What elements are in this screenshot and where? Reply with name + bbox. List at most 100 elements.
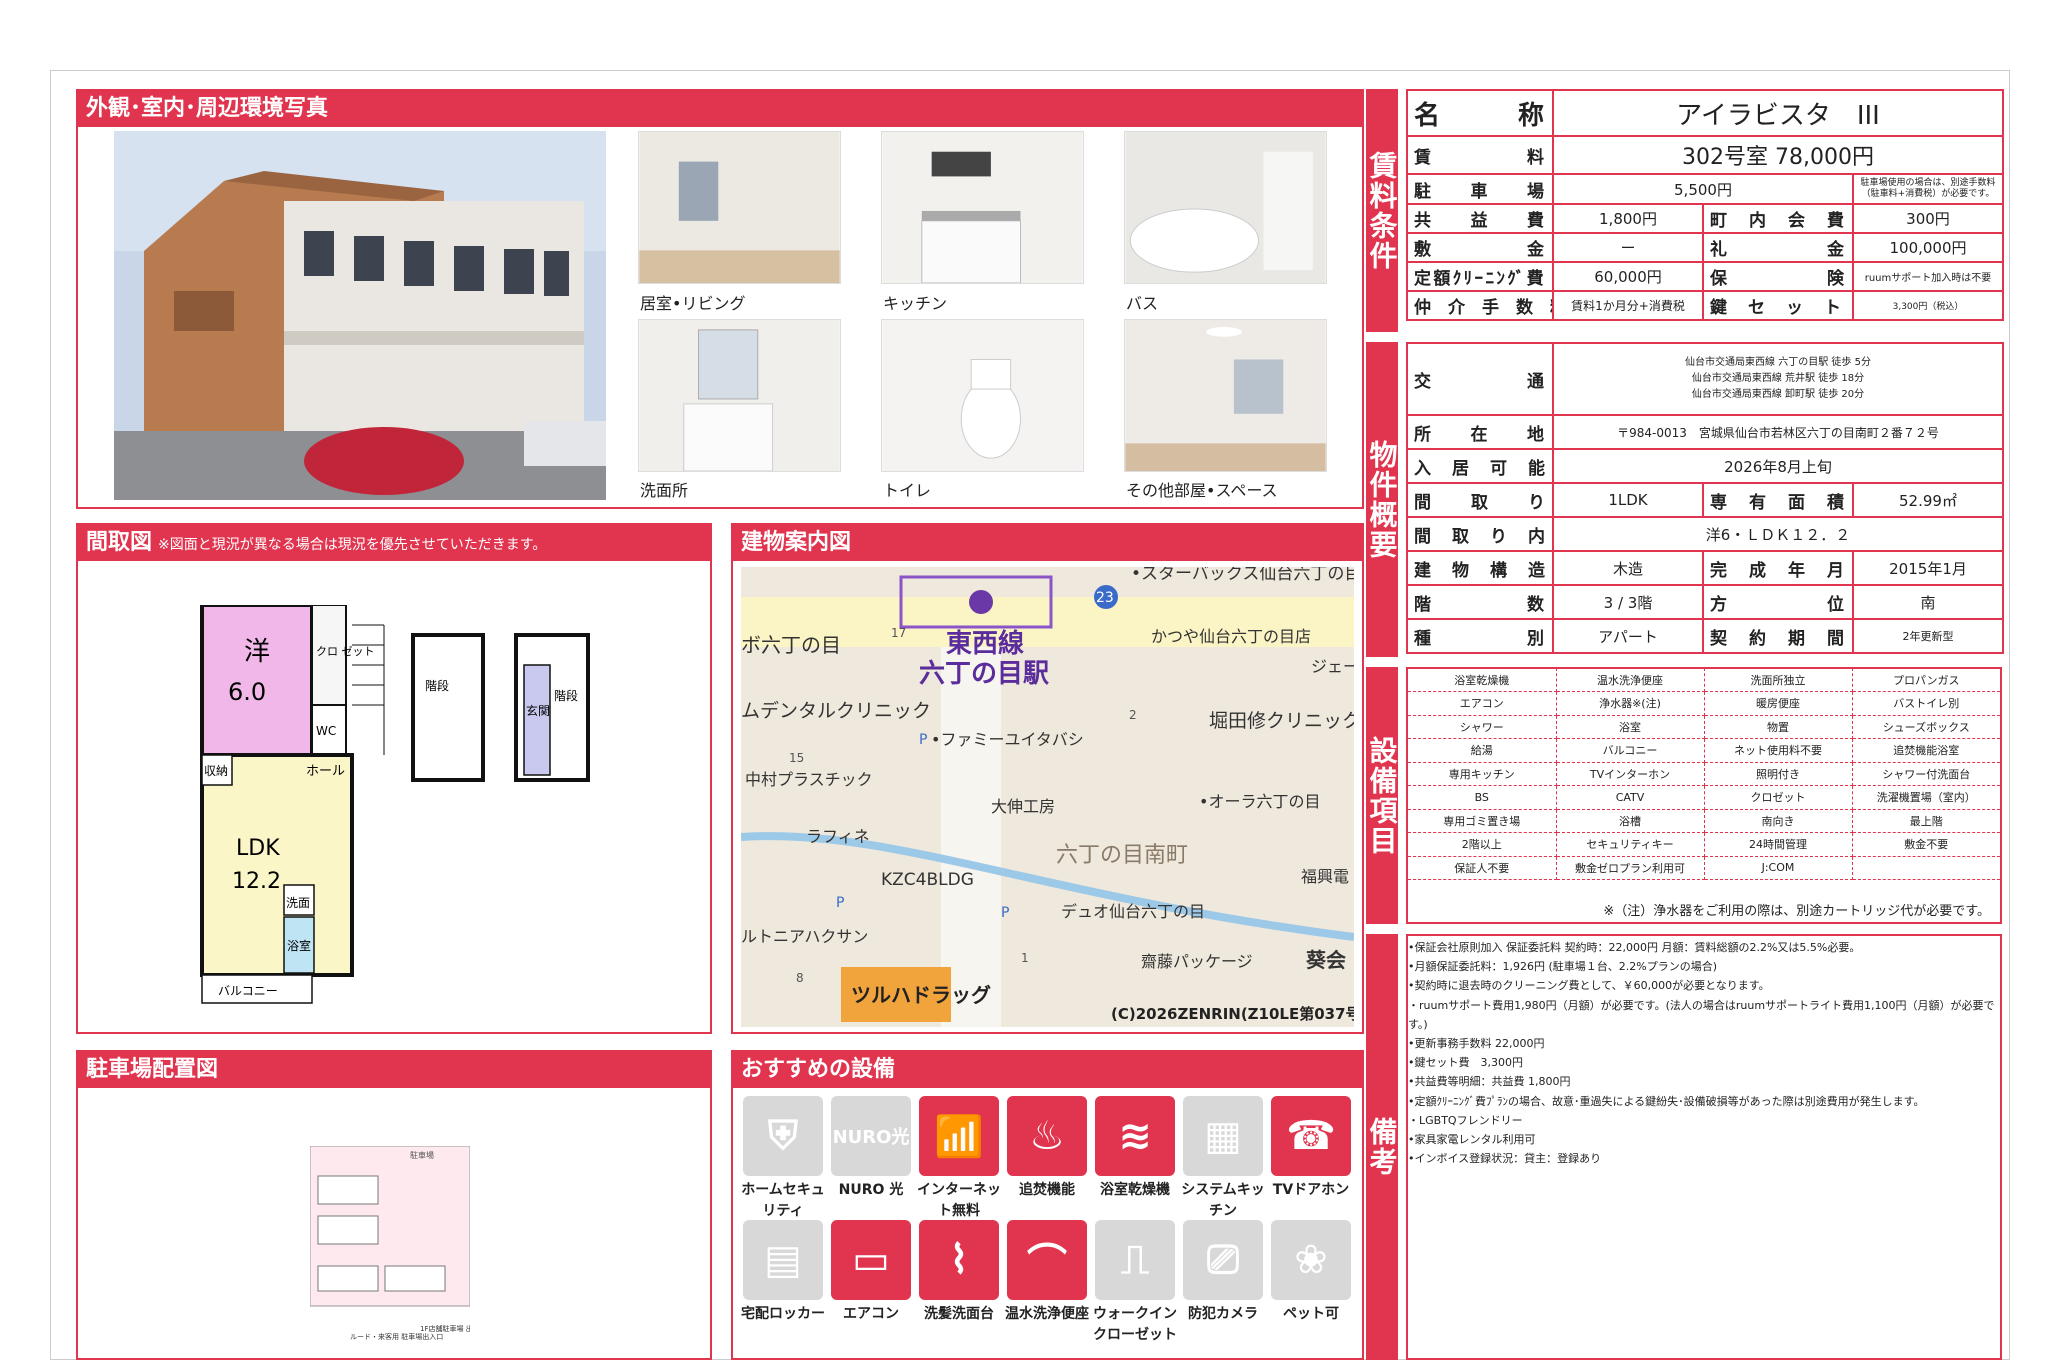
equipment-item: 物置	[1704, 715, 1853, 739]
map-panel: 建物案内図 •スターバックス仙台六丁の目 23 ボ六丁の目 東西線 六丁の目駅 …	[731, 523, 1364, 1034]
recommend-label: インターネット無料	[917, 1182, 1001, 1219]
equipment-item: シューズボックス	[1852, 715, 2000, 739]
fp-stairs2-label: 階段	[554, 688, 578, 703]
bath-photo	[1124, 131, 1327, 284]
remark-line: •月額保証委託料：1,926円 (駐車場１台、2.2%プランの場合)	[1408, 960, 1718, 974]
property-name: アイラビスタ III	[1552, 89, 2004, 137]
recommend-label: ウォークインクローゼット	[1093, 1306, 1177, 1343]
icon-glyph: ⌒	[1027, 1241, 1067, 1287]
equipment-item: 照明付き	[1704, 762, 1853, 786]
icon-glyph: ☎	[1286, 1113, 1336, 1159]
town-fee-label: 町 内 会 費	[1702, 203, 1854, 234]
area-map: •スターバックス仙台六丁の目 23 ボ六丁の目 東西線 六丁の目駅 かつや仙台六…	[741, 567, 1354, 1027]
fp-ldk-size: 12.2	[232, 869, 281, 894]
recommend-label: ホームセキュリティ	[741, 1182, 825, 1219]
map-label: KZC4BLDG	[881, 870, 974, 890]
icon-glyph: ▤	[764, 1237, 802, 1283]
equipment-item: 温水洗浄便座	[1556, 668, 1705, 692]
icon-glyph: ≋	[1118, 1113, 1152, 1159]
equipment-section-label: 設備項目	[1366, 667, 1399, 924]
recommend-label: 温水洗浄便座	[1005, 1306, 1089, 1322]
equipment-item: 2階以上	[1408, 832, 1557, 857]
equipment-item: 浴槽	[1556, 809, 1705, 833]
aircon-icon: ▭	[831, 1220, 911, 1300]
map-label: •スターバックス仙台六丁の目	[1131, 567, 1354, 584]
parking-fee-label: 駐 車 場	[1406, 173, 1554, 205]
equipment-item: 給湯	[1408, 738, 1557, 763]
fp-ldk-label: LDK	[236, 836, 280, 861]
equipment-note: ※（注）浄水器をご利用の際は、別途カートリッジ代が必要です。	[1603, 904, 1990, 919]
floor-label: 階 数	[1406, 584, 1554, 620]
move-in-date: 2026年8月上旬	[1552, 448, 2004, 484]
recommend-label: 洗髪洗面台	[924, 1306, 994, 1322]
access-line: 仙台市交通局東西線 六丁の目駅 徒歩 5分	[1685, 357, 1871, 368]
equipment-item: 浴室	[1556, 715, 1705, 739]
equipment-row: エアコン 浄水器※(注) 暖房便座 バストイレ別	[1408, 691, 2000, 716]
map-label: 東西線	[946, 628, 1024, 659]
key-money-label: 礼 金	[1702, 232, 1854, 263]
equipment-row: 浴室乾燥機 温水洗浄便座 洗面所独立 プロパンガス	[1408, 668, 2000, 692]
access-line: 仙台市交通局東西線 卸町駅 徒歩 20分	[1691, 389, 1865, 400]
icon-glyph: ⎚	[1207, 1237, 1239, 1283]
equipment-item: J:COM	[1704, 856, 1853, 880]
equipment-item: バストイレ別	[1852, 691, 2000, 716]
remark-line: ・ruumサポート費用1,980円（月額）が必要です。(法人の場合はruumサポ…	[1408, 998, 1995, 1031]
insurance: ruumサポート加入時は不要	[1852, 261, 2004, 292]
equipment-item: 24時間管理	[1704, 832, 1853, 857]
parking-label: 1F店舗駐車場 出入口	[420, 1324, 470, 1333]
recommend-label: システムキッチン	[1181, 1182, 1265, 1219]
rent-section-label: 賃料条件	[1366, 89, 1399, 332]
icon-glyph: ❀	[1294, 1237, 1328, 1283]
built: 2015年1月	[1852, 550, 2004, 586]
common-fee: 1,800円	[1552, 203, 1704, 234]
fp-balcony-label: バルコニー	[218, 984, 278, 998]
direction: 南	[1852, 584, 2004, 620]
keyset-label: 鍵 セ ッ ト 費	[1702, 290, 1854, 321]
fp-closet-label: クロ ゼット	[316, 645, 375, 658]
exterior-photo	[114, 131, 606, 500]
equipment-row: 専用ゴミ置き場 浴槽 南向き 最上階	[1408, 809, 2000, 833]
equipment-row: 専用キッチン TVインターホン 照明付き シャワー付洗面台	[1408, 762, 2000, 786]
equipment-item: 最上階	[1852, 809, 2000, 833]
map-label: 福興電	[1301, 867, 1349, 886]
brokerage: 賃料1か月分+消費税	[1552, 290, 1704, 321]
equipment-row: シャワー 浴室 物置 シューズボックス	[1408, 715, 2000, 739]
floorplan-title: 間取図 ※図面と現況が異なる場合は現況を優先させていただきます。	[78, 525, 710, 561]
map-label: P	[836, 895, 844, 911]
recommend-panel: おすすめの設備 ⛨ ホームセキュリティ NURO光 NURO 光 📶 インターネット無料 ♨…	[731, 1050, 1364, 1360]
map-label: •オーラ六丁の目	[1199, 792, 1320, 811]
washbasin-icon: ⌇	[919, 1220, 999, 1300]
map-label: ジェー	[1311, 657, 1354, 676]
toilet-photo	[881, 319, 1084, 472]
equipment-item	[1852, 856, 2000, 880]
map-label: かつや仙台六丁の目店	[1151, 627, 1311, 646]
room-photo	[1124, 319, 1327, 472]
fp-bath-label: 浴室	[287, 938, 311, 953]
equipment-item: 浄水器※(注)	[1556, 691, 1705, 716]
locker-icon: ▤	[743, 1220, 823, 1300]
icon-glyph: NURO光	[832, 1127, 910, 1148]
icon-glyph: 📶	[934, 1113, 984, 1160]
fp-entrance-label: 玄関	[526, 703, 550, 718]
parking-title: 駐車場配置図	[78, 1052, 710, 1088]
camera-icon: ⎚	[1183, 1220, 1263, 1300]
property-section-label: 物件概要	[1366, 342, 1399, 657]
recommend-label: 防犯カメラ	[1188, 1306, 1258, 1322]
map-label: ルトニアハクサン	[741, 927, 868, 946]
direction-label: 方 位	[1702, 584, 1854, 620]
cleaning-fee: 60,000円	[1552, 261, 1704, 292]
map-label: 1	[1021, 951, 1029, 965]
fp-room-label: 洋	[244, 637, 270, 667]
map-label: •ファミーユイタバシ	[931, 730, 1084, 749]
equipment-item: シャワー付洗面台	[1852, 762, 2000, 786]
type-label: 種 別	[1406, 618, 1554, 654]
photo-caption: トイレ	[883, 481, 932, 500]
photos-title: 外観･室内･周辺環境写真	[78, 91, 1362, 127]
contract-label: 契 約 期 間	[1702, 618, 1854, 654]
icon-glyph: ▦	[1204, 1113, 1242, 1159]
equipment-row: 給湯 バルコニー ネット使用料不要 追焚機能浴室	[1408, 738, 2000, 763]
intercom-icon: ☎	[1271, 1096, 1351, 1176]
map-label: 大伸工房	[991, 797, 1055, 816]
floor: 3 / 3階	[1552, 584, 1704, 620]
remarks-section-label: 備考	[1366, 934, 1399, 1360]
